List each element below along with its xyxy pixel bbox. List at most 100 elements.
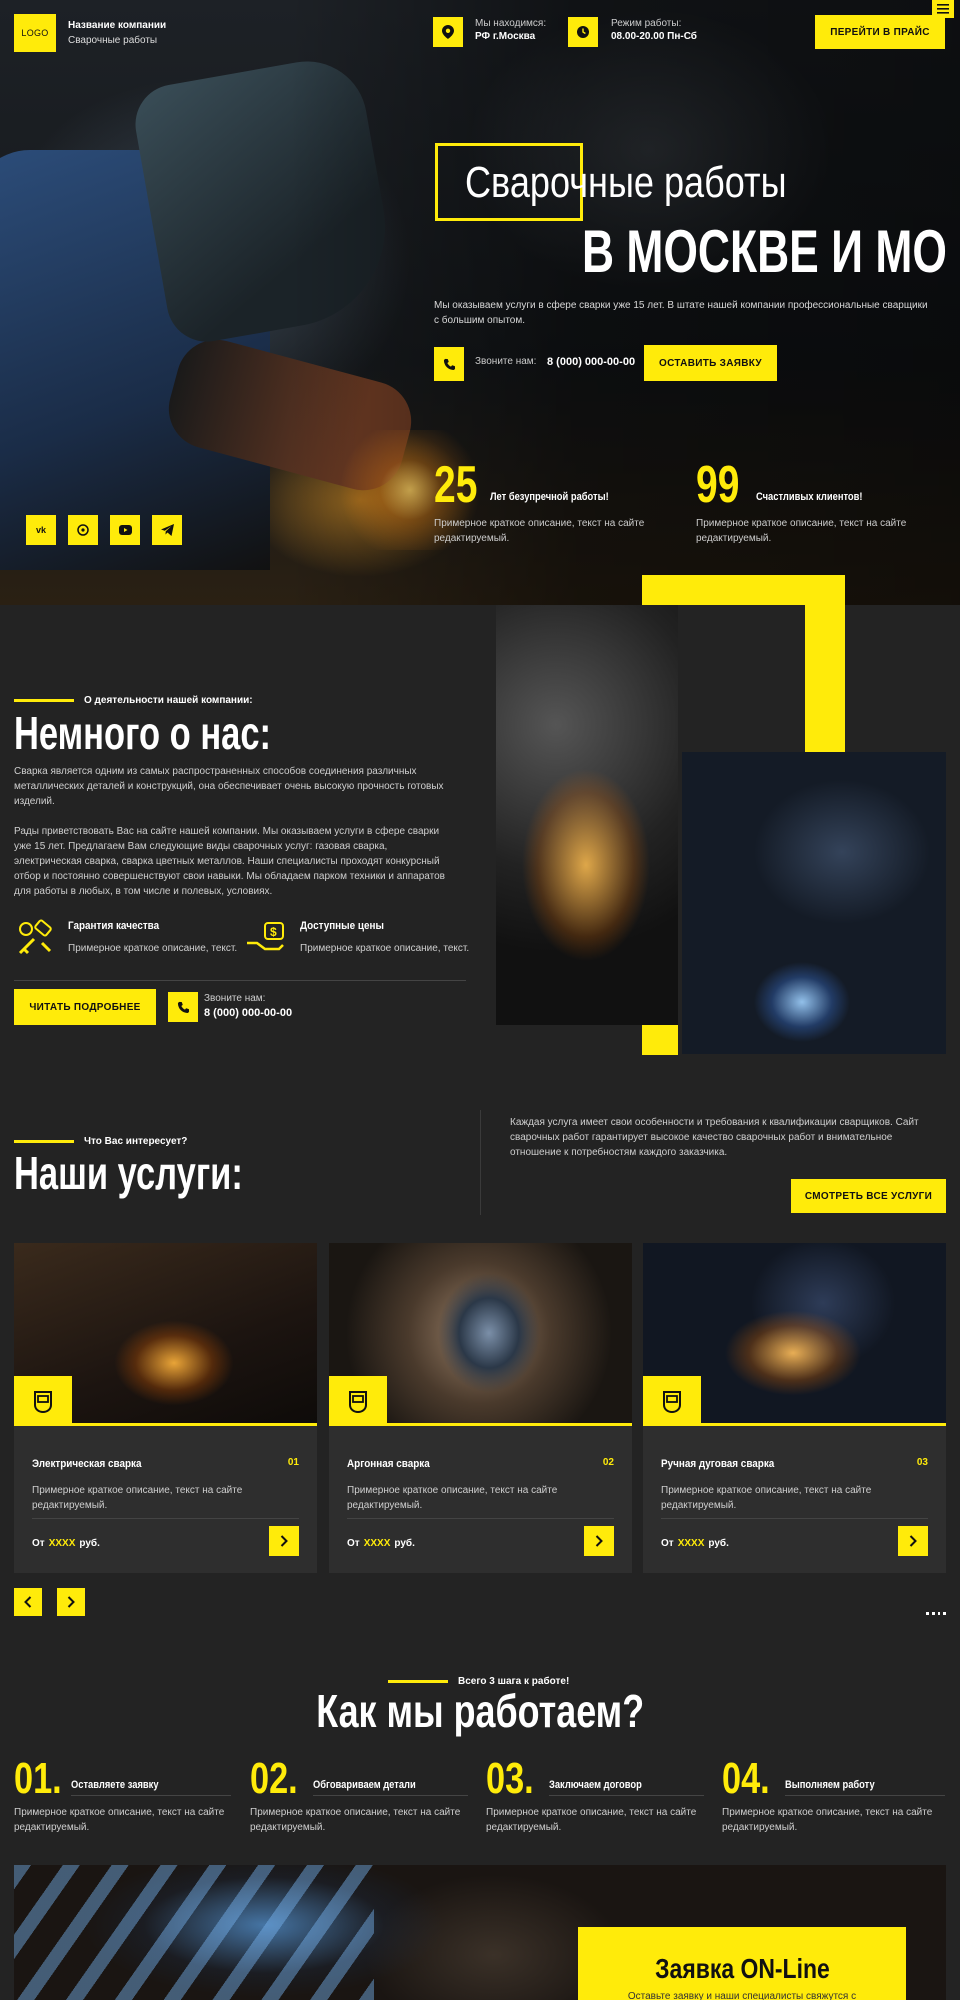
stat-clients-desc: Примерное краткое описание, текст на сай…: [696, 518, 907, 544]
welding-mask-icon: [643, 1376, 701, 1426]
step-title: Оставляете заявку: [71, 1779, 159, 1791]
service-card[interactable]: Аргонная сварка 02 Примерное краткое опи…: [329, 1243, 632, 1573]
card-divider: [661, 1518, 928, 1519]
location-pin-icon: [433, 17, 463, 47]
step-item: 02. Обговариваем детали Примерное кратко…: [250, 1757, 470, 1837]
location-value: РФ г.Москва: [475, 31, 536, 42]
about-photo-welder: [682, 752, 946, 1054]
hours-label: Режим работы:: [611, 18, 682, 29]
phone-icon: [434, 347, 464, 381]
service-desc: Примерное краткое описание, текст на сай…: [32, 1485, 243, 1511]
logo[interactable]: LOGO: [14, 14, 56, 52]
step-item: 03. Заключаем договор Примерное краткое …: [486, 1757, 706, 1837]
service-number: 01: [287, 1457, 299, 1468]
feature-prices-desc: Примерное краткое описание, текст.: [300, 943, 470, 954]
company-sub: Сварочные работы: [68, 35, 158, 46]
vk-icon[interactable]: vk: [26, 515, 56, 545]
hero-phone[interactable]: 8 (000) 000-00-00: [547, 356, 635, 368]
form-box: Заявка ON-Line Оставьте заявку и наши сп…: [578, 1927, 906, 2000]
service-desc: Примерное краткое описание, текст на сай…: [661, 1485, 872, 1511]
service-price: От XXXX руб.: [347, 1538, 415, 1549]
menu-icon[interactable]: [932, 0, 954, 18]
services-kicker: Что Вас интересует?: [14, 1136, 187, 1147]
service-number: 03: [916, 1457, 928, 1468]
card-divider: [347, 1518, 614, 1519]
price-button[interactable]: ПЕРЕЙТИ В ПРАЙС: [815, 15, 945, 49]
step-title: Заключаем договор: [549, 1779, 642, 1791]
stat-clients-number: 99: [696, 456, 740, 514]
about-para-1: Сварка является одним из самых распростр…: [14, 766, 444, 807]
svg-text:$: $: [270, 925, 277, 939]
all-services-button[interactable]: СМОТРЕТЬ ВСЕ УСЛУГИ: [791, 1179, 946, 1213]
steps-title: Как мы работаем?: [316, 1685, 644, 1737]
price-tag-icon: $: [244, 917, 288, 959]
welding-mask-icon: [329, 1376, 387, 1426]
hero-call-label: Звоните нам:: [475, 356, 537, 367]
service-title: Ручная дуговая сварка: [661, 1458, 775, 1470]
feature-prices: $ Доступные цены Примерное краткое описа…: [244, 917, 469, 977]
price-suffix: руб.: [394, 1538, 415, 1549]
chevron-right-icon[interactable]: [269, 1526, 299, 1556]
telegram-icon[interactable]: [152, 515, 182, 545]
price-suffix: руб.: [79, 1538, 100, 1549]
step-divider: [71, 1795, 231, 1796]
about-call-label: Звоните нам:: [204, 993, 266, 1004]
step-title: Выполняем работу: [785, 1779, 875, 1791]
chevron-left-icon[interactable]: [14, 1588, 42, 1616]
step-title: Обговариваем детали: [313, 1779, 416, 1791]
welding-mask-icon: [14, 1376, 72, 1426]
service-desc: Примерное краткое описание, текст на сай…: [347, 1485, 558, 1511]
service-card[interactable]: Электрическая сварка 01 Примерное кратко…: [14, 1243, 317, 1573]
chevron-right-icon[interactable]: [57, 1588, 85, 1616]
accent-bar: [642, 1025, 678, 1055]
form-subtitle: Оставьте заявку и наши специалисты свяжу…: [627, 1991, 857, 2000]
about-phone[interactable]: 8 (000) 000-00-00: [204, 1007, 292, 1019]
feature-quality-title: Гарантия качества: [68, 920, 160, 932]
price-suffix: руб.: [708, 1538, 729, 1549]
location-label: Мы находимся:: [475, 18, 547, 29]
services-title: Наши услуги:: [14, 1147, 243, 1199]
about-para-2: Рады приветствовать Вас на сайте нашей к…: [14, 826, 445, 897]
about-kicker: О деятельности нашей компании:: [14, 695, 253, 706]
whatsapp-icon[interactable]: [68, 515, 98, 545]
company-block: Название компании Сварочные работы: [68, 18, 166, 48]
youtube-icon[interactable]: [110, 515, 140, 545]
step-divider: [549, 1795, 704, 1796]
stat-clients: 99 Счастливых клиентов! Примерное кратко…: [696, 456, 946, 560]
price-value: XXXX: [48, 1538, 76, 1549]
services-kicker-text: Что Вас интересует?: [84, 1136, 188, 1147]
more-dots-icon[interactable]: [926, 1612, 946, 1616]
accent-bar: [805, 575, 845, 760]
quality-tools-icon: [14, 917, 56, 959]
feature-prices-title: Доступные цены: [300, 920, 384, 932]
step-number: 02.: [250, 1754, 298, 1803]
hero-title-line1: Сварочные работы: [465, 158, 787, 207]
stat-clients-label: Счастливых клиентов!: [756, 491, 863, 503]
about-title: Немного о нас:: [14, 707, 272, 759]
chevron-right-icon[interactable]: [898, 1526, 928, 1556]
service-title: Электрическая сварка: [32, 1458, 142, 1470]
price-prefix: От: [661, 1538, 674, 1549]
price-prefix: От: [347, 1538, 360, 1549]
about-photo-grinder: [496, 605, 678, 1025]
apply-button[interactable]: ОСТАВИТЬ ЗАЯВКУ: [644, 345, 777, 381]
phone-icon: [168, 992, 198, 1022]
step-number: 03.: [486, 1754, 534, 1803]
steps-title-wrap: Как мы работаем?: [0, 1688, 960, 1734]
hero-title-line2: В МОСКВЕ И МО: [582, 218, 947, 285]
photo-pipes: [14, 1865, 374, 2000]
step-divider: [785, 1795, 945, 1796]
read-more-button[interactable]: ЧИТАТЬ ПОДРОБНЕЕ: [14, 989, 156, 1025]
services-vdivider: [480, 1110, 481, 1215]
stat-years-desc: Примерное краткое описание, текст на сай…: [434, 518, 645, 544]
about-divider: [14, 980, 466, 981]
step-item: 04. Выполняем работу Примерное краткое о…: [722, 1757, 946, 1837]
step-item: 01. Оставляете заявку Примерное краткое …: [14, 1757, 234, 1837]
step-number: 04.: [722, 1754, 770, 1803]
service-card[interactable]: Ручная дуговая сварка 03 Примерное кратк…: [643, 1243, 946, 1573]
chevron-right-icon[interactable]: [584, 1526, 614, 1556]
service-price: От XXXX руб.: [32, 1538, 100, 1549]
stat-years-label: Лет безупречной работы!: [490, 491, 609, 503]
service-price: От XXXX руб.: [661, 1538, 729, 1549]
price-value: XXXX: [677, 1538, 705, 1549]
